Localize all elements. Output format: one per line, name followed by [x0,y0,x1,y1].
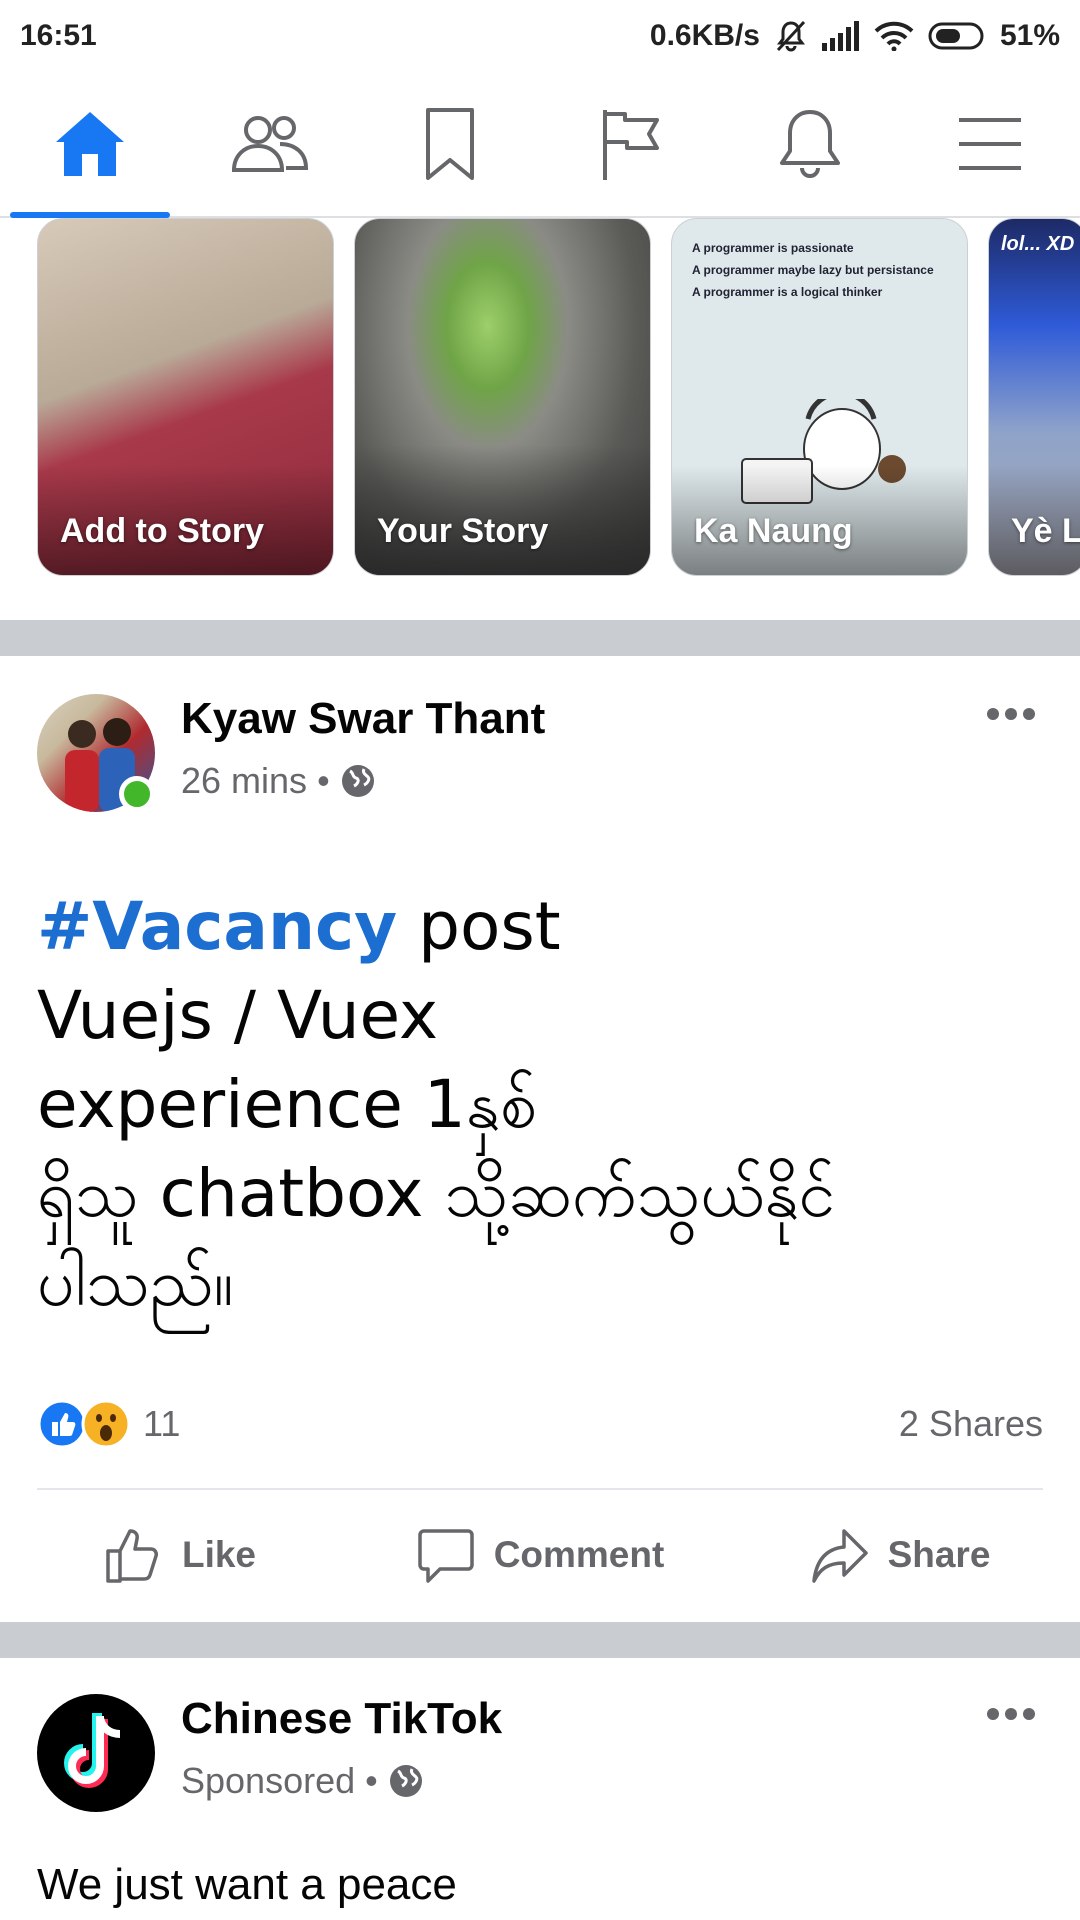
battery-icon [928,21,986,51]
post-actions: Like Comment Share [0,1500,1080,1610]
bell-icon [780,110,840,178]
post-line: ပါသည်။ [37,1244,234,1321]
tab-home[interactable] [0,72,180,218]
actions-divider [37,1488,1043,1490]
bookmark-icon [426,108,474,180]
post-text-fragment: post [397,888,561,965]
post-line-1: #Vacancy post [37,882,1047,971]
story-image-line: A programmer is a logical thinker [692,285,883,299]
story-card-add-to-story[interactable]: Add to Story [37,218,334,576]
tab-pages[interactable] [540,72,720,216]
tab-menu[interactable] [900,72,1080,216]
story-image-line: A programmer maybe lazy but persistance [692,263,934,277]
sponsored-label[interactable]: Sponsored [181,1760,355,1802]
comment-label: Comment [493,1534,665,1575]
story-label: Ka Naung [694,512,853,550]
more-options-icon[interactable] [985,1706,1037,1722]
story-card-ye-l[interactable]: lol... XD Yè L [988,218,1080,576]
post-header: Chinese TikTok Sponsored • [37,1694,1043,1814]
share-button[interactable]: Share [720,1500,1080,1610]
more-options-icon[interactable] [985,706,1037,722]
post-author[interactable]: Kyaw Swar Thant [181,694,545,744]
post-author[interactable]: Chinese TikTok [181,1694,502,1744]
wifi-icon [874,21,914,51]
avatar[interactable] [37,1694,155,1812]
status-indicators: 0.6KB/s 51% [650,19,1060,53]
story-image-text: lol... XD [1001,233,1075,255]
tiktok-logo-icon [64,1713,121,1788]
flag-icon [603,110,659,180]
story-image-line: A programmer is passionate [692,241,854,255]
online-indicator [119,776,155,812]
hashtag-link[interactable]: #Vacancy [37,888,397,965]
story-label: Add to Story [60,512,264,550]
reactions-summary[interactable]: 11 2 Shares [37,1398,1043,1450]
story-image-text: A programmer is passionate A programmer … [692,233,953,299]
wow-reaction-icon [81,1399,131,1449]
network-speed: 0.6KB/s [649,19,760,52]
battery-percent: 51% [999,19,1060,52]
like-label: Like [181,1534,257,1575]
story-label: Your Story [377,512,549,550]
post-body: We just want a peace [37,1860,457,1909]
stories-tray: Add to Story Your Story A programmer is … [0,218,1080,620]
status-time: 16:51 [20,19,97,52]
like-reaction-icon [37,1399,87,1449]
post-meta: Sponsored • [181,1760,424,1802]
post-line: experience 1နှစ် [37,1066,537,1143]
meta-separator: • [317,760,330,801]
status-bar: 16:51 0.6KB/s 51% [0,0,1080,72]
meta-separator: • [365,1760,378,1801]
story-shade [355,445,650,575]
home-icon [56,112,124,176]
signal-icon [821,21,860,51]
story-label: Yè L [1011,512,1080,550]
friends-icon [231,116,309,172]
share-arrow-icon [811,1529,868,1583]
tab-notifications[interactable] [720,72,900,216]
post-body: #Vacancy post Vuejs / Vuex experience 1န… [37,882,1047,1327]
post-line: Vuejs / Vuex [37,977,439,1054]
globe-icon [341,765,374,797]
reaction-count: 11 [143,1403,181,1444]
globe-icon [389,1765,422,1797]
reaction-icons [37,1399,131,1449]
story-card-ka-naung[interactable]: A programmer is passionate A programmer … [671,218,968,576]
top-navigation [0,72,1080,218]
story-card-your-story[interactable]: Your Story [354,218,651,576]
post-header: Kyaw Swar Thant 26 mins • [37,694,1043,814]
like-button[interactable]: Like [0,1500,360,1610]
feed-divider [0,1622,1080,1658]
shares-count[interactable]: 2 Shares [899,1403,1043,1445]
mute-icon [774,20,808,52]
comment-bubble-icon [417,1529,474,1583]
post-line: ရှိသူ chatbox သို့ဆက်သွယ်နိုင် [37,1155,836,1232]
comment-button[interactable]: Comment [360,1500,720,1610]
post-time[interactable]: 26 mins [181,760,307,802]
post-meta: 26 mins • [181,760,376,802]
share-label: Share [887,1534,991,1575]
hamburger-menu-icon [959,118,1021,170]
tab-saved[interactable] [360,72,540,216]
thumbs-up-icon [106,1529,158,1583]
tab-friends[interactable] [180,72,360,216]
feed-divider [0,620,1080,656]
